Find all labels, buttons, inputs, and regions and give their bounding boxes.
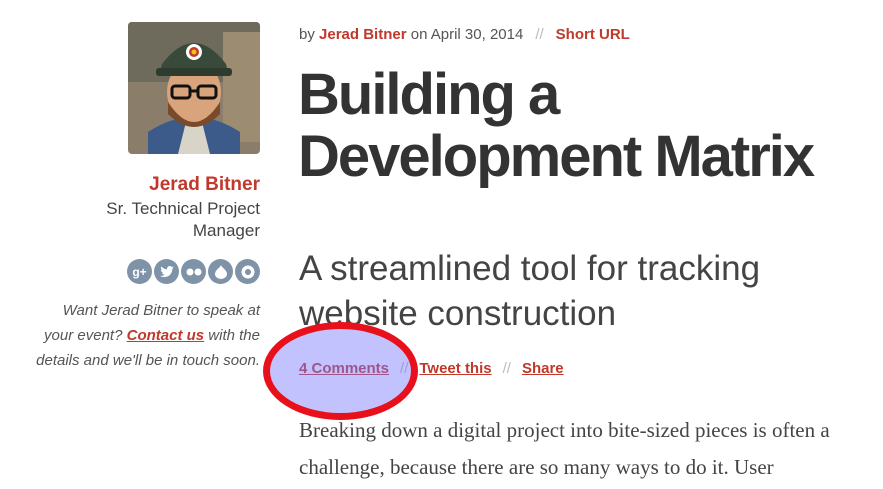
github-icon[interactable] [235,259,260,284]
tweet-this-link[interactable]: Tweet this [419,360,491,377]
article-title: Building a Development Matrix [298,62,815,189]
share-link[interactable]: Share [522,360,564,377]
article-body-paragraph: Breaking down a digital project into bit… [299,418,830,479]
drupal-icon[interactable] [208,259,233,284]
google-plus-icon[interactable]: g+ [127,259,152,284]
flickr-icon[interactable] [181,259,206,284]
author-name-link[interactable]: Jerad Bitner [0,174,260,196]
article-meta: by Jerad Bitner on April 30, 2014 // Short… [299,26,630,43]
speaking-invitation: Want Jerad Bitner to speak at your event… [30,298,260,373]
author-avatar[interactable] [128,22,260,154]
byline-author-link[interactable]: Jerad Bitner [319,26,407,43]
action-separator: // [400,360,409,377]
comments-link[interactable]: 4 Comments [299,360,389,377]
short-url-link[interactable]: Short URL [556,26,630,43]
article-actions: 4 Comments // Tweet this // Share [299,360,564,377]
contact-us-link[interactable]: Contact us [127,327,205,344]
action-separator: // [502,360,511,377]
meta-separator: // [535,26,544,43]
article-subtitle: A streamlined tool for tracking website … [299,249,761,333]
publish-date: on April 30, 2014 [406,26,524,43]
byline-prefix: by [299,26,320,43]
social-links: g+ [124,259,260,285]
author-job-title: Sr. Technical Project Manager [106,199,260,240]
twitter-icon[interactable] [154,259,179,284]
